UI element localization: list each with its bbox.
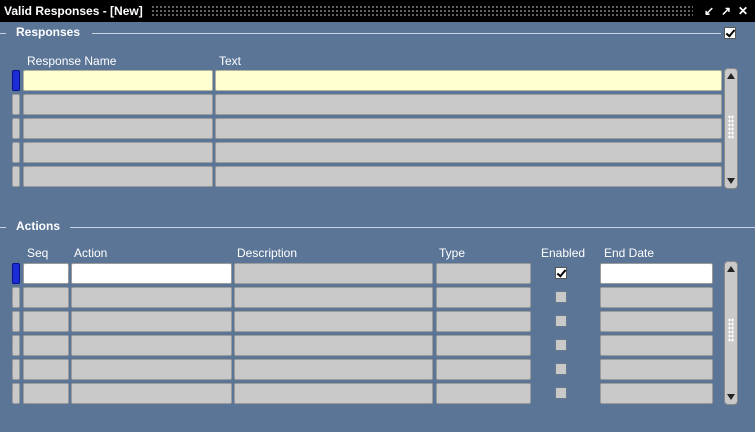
enabled-checkbox[interactable] xyxy=(555,387,567,399)
description-field[interactable] xyxy=(234,383,433,404)
responses-section-title: Responses xyxy=(16,25,81,39)
seq-field[interactable] xyxy=(23,383,69,404)
row-indicator[interactable] xyxy=(12,335,20,356)
type-field[interactable] xyxy=(436,263,531,284)
column-header-seq: Seq xyxy=(27,246,49,260)
responses-scrollbar[interactable] xyxy=(724,68,738,189)
scroll-thumb-grip[interactable] xyxy=(728,318,734,342)
seq-field[interactable] xyxy=(23,335,69,356)
description-field[interactable] xyxy=(234,335,433,356)
response-text-field[interactable] xyxy=(215,142,722,163)
section-divider xyxy=(0,33,6,34)
column-header-end-date: End Date xyxy=(604,246,655,260)
end-date-field[interactable] xyxy=(600,359,713,380)
description-field[interactable] xyxy=(234,287,433,308)
actions-section-header: Actions xyxy=(0,219,755,235)
column-header-response-name: Response Name xyxy=(27,54,117,68)
column-header-type: Type xyxy=(439,246,466,260)
row-indicator[interactable] xyxy=(12,311,20,332)
row-indicator[interactable] xyxy=(12,118,20,139)
response-text-field[interactable] xyxy=(215,118,722,139)
type-field[interactable] xyxy=(436,287,531,308)
action-field[interactable] xyxy=(71,287,232,308)
seq-field[interactable] xyxy=(23,311,69,332)
row-indicator[interactable] xyxy=(12,287,20,308)
column-header-text: Text xyxy=(219,54,242,68)
action-field[interactable] xyxy=(71,335,232,356)
enabled-checkbox[interactable] xyxy=(555,339,567,351)
response-name-field[interactable] xyxy=(23,94,213,115)
window-title: Valid Responses - [New] xyxy=(4,4,143,18)
end-date-field[interactable] xyxy=(600,287,713,308)
response-text-field[interactable] xyxy=(215,166,722,187)
end-date-field[interactable] xyxy=(600,335,713,356)
response-name-field[interactable] xyxy=(23,166,213,187)
close-icon[interactable]: ✕ xyxy=(735,4,751,18)
scroll-up-icon[interactable] xyxy=(727,73,735,79)
response-text-field[interactable] xyxy=(215,70,722,91)
column-header-enabled: Enabled xyxy=(541,246,586,260)
row-indicator[interactable] xyxy=(12,70,20,91)
description-field[interactable] xyxy=(234,311,433,332)
enabled-checkbox[interactable] xyxy=(555,267,567,279)
response-name-field[interactable] xyxy=(23,70,213,91)
responses-section-header: Responses xyxy=(0,25,755,41)
action-field[interactable] xyxy=(71,383,232,404)
maximize-icon[interactable]: ↗ xyxy=(718,4,734,18)
type-field[interactable] xyxy=(436,311,531,332)
type-field[interactable] xyxy=(436,359,531,380)
action-field[interactable] xyxy=(71,311,232,332)
section-divider xyxy=(92,33,721,34)
end-date-field[interactable] xyxy=(600,311,713,332)
window-title-bar[interactable]: Valid Responses - [New] ↙ ↗ ✕ xyxy=(0,0,755,22)
row-indicator[interactable] xyxy=(12,142,20,163)
scroll-thumb-grip[interactable] xyxy=(728,115,734,139)
description-field[interactable] xyxy=(234,263,433,284)
seq-field[interactable] xyxy=(23,263,69,284)
action-field[interactable] xyxy=(71,263,232,284)
row-indicator[interactable] xyxy=(12,166,20,187)
response-text-field[interactable] xyxy=(215,94,722,115)
enabled-checkbox[interactable] xyxy=(555,291,567,303)
section-divider xyxy=(0,227,6,228)
response-name-field[interactable] xyxy=(23,142,213,163)
scroll-up-icon[interactable] xyxy=(727,266,735,272)
type-field[interactable] xyxy=(436,383,531,404)
action-field[interactable] xyxy=(71,359,232,380)
title-bar-grip xyxy=(150,5,693,17)
end-date-field[interactable] xyxy=(600,263,713,284)
row-indicator[interactable] xyxy=(12,263,20,284)
actions-section-title: Actions xyxy=(16,219,61,233)
minimize-icon[interactable]: ↙ xyxy=(701,4,717,18)
column-header-description: Description xyxy=(237,246,298,260)
row-indicator[interactable] xyxy=(12,94,20,115)
seq-field[interactable] xyxy=(23,287,69,308)
type-field[interactable] xyxy=(436,335,531,356)
seq-field[interactable] xyxy=(23,359,69,380)
enabled-checkbox[interactable] xyxy=(555,315,567,327)
description-field[interactable] xyxy=(234,359,433,380)
scroll-down-icon[interactable] xyxy=(727,178,735,184)
response-name-field[interactable] xyxy=(23,118,213,139)
section-divider xyxy=(70,227,755,228)
row-indicator[interactable] xyxy=(12,359,20,380)
enabled-checkbox[interactable] xyxy=(555,363,567,375)
row-indicator[interactable] xyxy=(12,383,20,404)
end-date-field[interactable] xyxy=(600,383,713,404)
scroll-down-icon[interactable] xyxy=(727,394,735,400)
responses-toggle-checkbox[interactable] xyxy=(724,27,736,39)
column-header-action: Action xyxy=(74,246,108,260)
actions-scrollbar[interactable] xyxy=(724,261,738,405)
